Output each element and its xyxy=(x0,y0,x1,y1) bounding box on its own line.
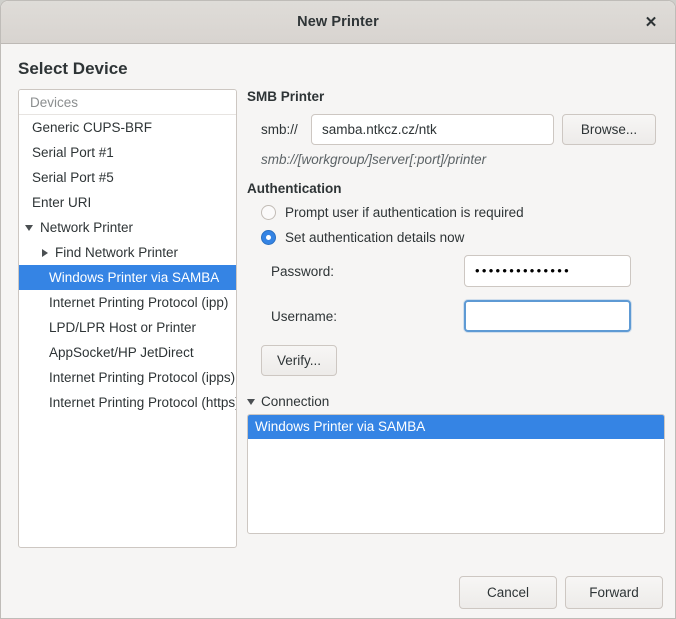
smb-uri-prefix-label: smb:// xyxy=(247,122,311,137)
forward-button[interactable]: Forward xyxy=(565,576,663,609)
devices-list[interactable]: Generic CUPS-BRFSerial Port #1Serial Por… xyxy=(19,115,236,415)
dialog-content: Select Device Devices Generic CUPS-BRFSe… xyxy=(1,44,675,619)
smb-uri-row: smb:// Browse... xyxy=(247,114,665,145)
dialog-footer: Cancel Forward xyxy=(1,564,675,619)
radio-prompt-user-label: Prompt user if authentication is require… xyxy=(285,205,524,220)
device-list-item[interactable]: Network Printer xyxy=(19,215,236,240)
device-list-item[interactable]: Windows Printer via SAMBA xyxy=(19,265,236,290)
device-list-item[interactable]: Serial Port #5 xyxy=(19,165,236,190)
radio-prompt-user[interactable]: Prompt user if authentication is require… xyxy=(247,205,665,220)
smb-section-title: SMB Printer xyxy=(247,89,665,104)
radio-set-details-now-label: Set authentication details now xyxy=(285,230,464,245)
device-list-item-label: Find Network Printer xyxy=(55,240,178,265)
smb-uri-hint: smb://[workgroup/]server[:port]/printer xyxy=(247,152,665,167)
devices-panel: Devices Generic CUPS-BRFSerial Port #1Se… xyxy=(18,89,237,548)
authentication-title: Authentication xyxy=(247,181,665,196)
device-list-item-label: Enter URI xyxy=(32,190,91,215)
chevron-right-icon[interactable] xyxy=(19,249,55,257)
close-icon[interactable]: ✕ xyxy=(637,8,665,36)
device-list-item-label: Windows Printer via SAMBA xyxy=(49,265,219,290)
device-list-item-label: Internet Printing Protocol (ipp) xyxy=(49,290,228,315)
radio-indicator-prompt xyxy=(261,205,276,220)
device-list-item[interactable]: Generic CUPS-BRF xyxy=(19,115,236,140)
device-list-item-label: Internet Printing Protocol (ipps) xyxy=(49,365,235,390)
chevron-right-glyph xyxy=(42,249,48,257)
device-list-item[interactable]: Internet Printing Protocol (https) xyxy=(19,390,236,415)
connection-list[interactable]: Windows Printer via SAMBA xyxy=(247,414,665,534)
device-list-item-label: LPD/LPR Host or Printer xyxy=(49,315,196,340)
device-list-item[interactable]: LPD/LPR Host or Printer xyxy=(19,315,236,340)
devices-list-header: Devices xyxy=(19,90,236,115)
device-list-item-label: Network Printer xyxy=(40,215,133,240)
smb-printer-panel: SMB Printer smb:// Browse... smb://[work… xyxy=(247,89,665,534)
new-printer-dialog: New Printer ✕ Select Device Devices Gene… xyxy=(0,0,676,619)
window-title: New Printer xyxy=(297,14,379,30)
radio-set-details-now[interactable]: Set authentication details now xyxy=(247,230,665,245)
device-list-item[interactable]: Enter URI xyxy=(19,190,236,215)
username-row: Username: xyxy=(247,300,665,332)
device-list-item[interactable]: AppSocket/HP JetDirect xyxy=(19,340,236,365)
password-input[interactable]: •••••••••••••• xyxy=(464,255,631,287)
device-list-item[interactable]: Find Network Printer xyxy=(19,240,236,265)
device-list-item-label: AppSocket/HP JetDirect xyxy=(49,340,194,365)
browse-button[interactable]: Browse... xyxy=(562,114,656,145)
password-label: Password: xyxy=(247,264,464,279)
radio-indicator-set-details xyxy=(261,230,276,245)
password-row: Password: •••••••••••••• xyxy=(247,255,665,287)
connection-expander[interactable]: Connection xyxy=(247,394,665,409)
device-list-item-label: Generic CUPS-BRF xyxy=(32,115,152,140)
chevron-down-icon xyxy=(247,399,255,405)
device-list-item[interactable]: Serial Port #1 xyxy=(19,140,236,165)
titlebar: New Printer ✕ xyxy=(1,1,675,44)
device-list-item-label: Internet Printing Protocol (https) xyxy=(49,390,236,415)
smb-uri-input[interactable] xyxy=(311,114,554,145)
device-list-item[interactable]: Internet Printing Protocol (ipp) xyxy=(19,290,236,315)
verify-button[interactable]: Verify... xyxy=(261,345,337,376)
chevron-down-glyph xyxy=(25,225,33,231)
password-masked-value: •••••••••••••• xyxy=(475,263,571,278)
device-list-item-label: Serial Port #5 xyxy=(32,165,114,190)
connection-list-item[interactable]: Windows Printer via SAMBA xyxy=(248,415,664,439)
page-title: Select Device xyxy=(18,59,128,79)
device-list-item-label: Serial Port #1 xyxy=(32,140,114,165)
username-label: Username: xyxy=(247,309,464,324)
chevron-down-icon[interactable] xyxy=(19,225,40,231)
cancel-button[interactable]: Cancel xyxy=(459,576,557,609)
username-input[interactable] xyxy=(464,300,631,332)
connection-label: Connection xyxy=(261,394,329,409)
device-list-item[interactable]: Internet Printing Protocol (ipps) xyxy=(19,365,236,390)
